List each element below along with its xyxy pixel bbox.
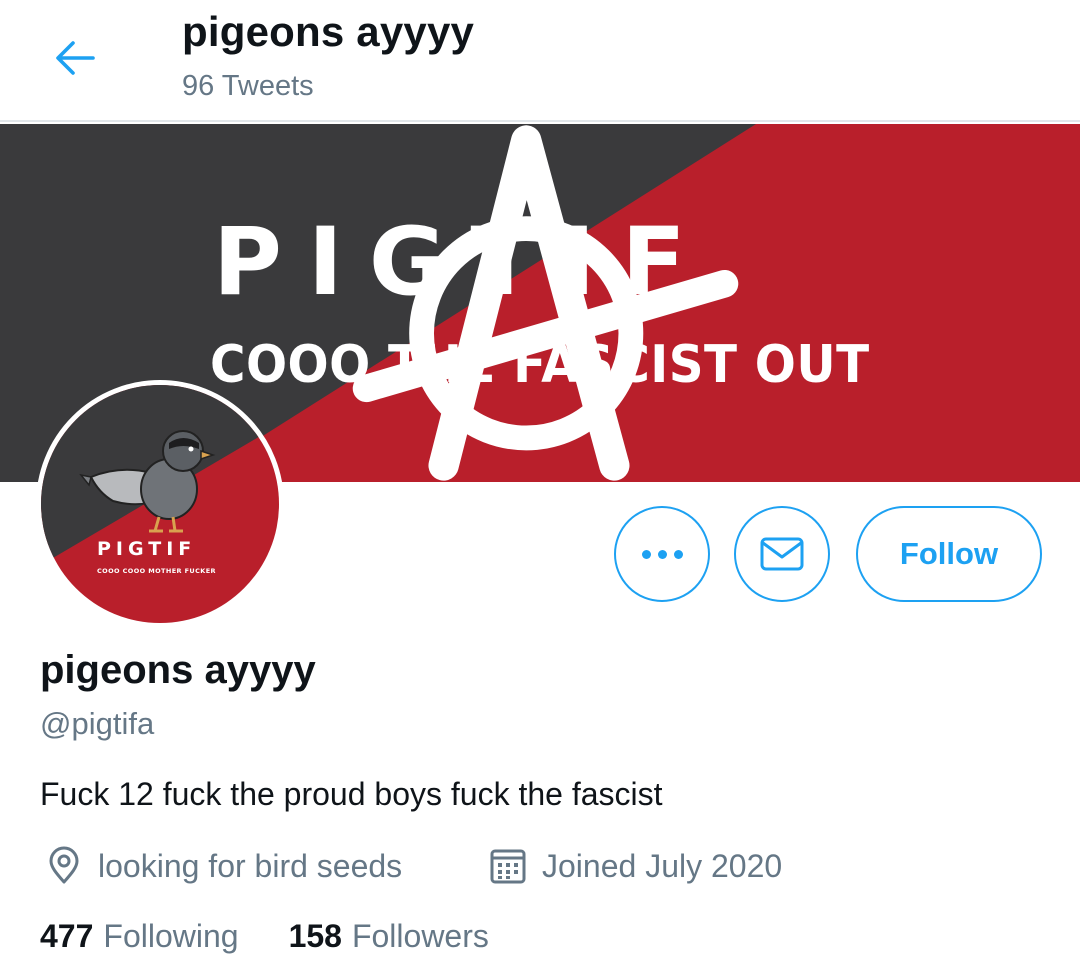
profile-bio: Fuck 12 fuck the proud boys fuck the fas… xyxy=(40,776,663,812)
profile-avatar[interactable]: PIGTIF COOO COOO MOTHER FUCKER xyxy=(36,380,284,628)
top-app-bar: pigeons ayyyy 96 Tweets xyxy=(0,0,1080,122)
profile-location: looking for bird seeds xyxy=(44,846,402,886)
profile-stats: 477 Following 158 Followers xyxy=(40,918,539,955)
profile-handle: @pigtifa xyxy=(40,706,155,741)
followers-count: 158 xyxy=(288,918,342,954)
avatar-background xyxy=(41,385,279,623)
following-link[interactable]: 477 Following xyxy=(40,918,239,955)
followers-label: Followers xyxy=(351,918,489,954)
following-count: 477 xyxy=(40,918,94,954)
back-button[interactable] xyxy=(50,36,100,80)
calendar-icon xyxy=(488,846,528,886)
avatar-title: PIGTIF xyxy=(97,538,197,560)
joined-text: Joined July 2020 xyxy=(542,847,783,884)
profile-display-name: pigeons ayyyy xyxy=(40,648,316,692)
banner-slogan: COOO THE FASCIST OUT xyxy=(210,335,870,395)
following-label: Following xyxy=(103,918,239,954)
location-pin-icon xyxy=(44,846,84,886)
envelope-icon xyxy=(760,537,804,571)
message-button[interactable] xyxy=(734,506,830,602)
avatar-subtitle: COOO COOO MOTHER FUCKER xyxy=(97,567,216,575)
follow-button[interactable]: Follow xyxy=(856,506,1042,602)
more-dots-icon xyxy=(641,549,683,559)
header-title: pigeons ayyyy xyxy=(182,8,475,55)
arrow-left-icon xyxy=(56,41,95,75)
tweet-count: 96 Tweets xyxy=(182,70,314,102)
profile-joined-date: Joined July 2020 xyxy=(488,846,782,886)
location-text: looking for bird seeds xyxy=(98,847,403,884)
more-options-button[interactable] xyxy=(614,506,710,602)
followers-link[interactable]: 158 Followers xyxy=(289,918,489,955)
